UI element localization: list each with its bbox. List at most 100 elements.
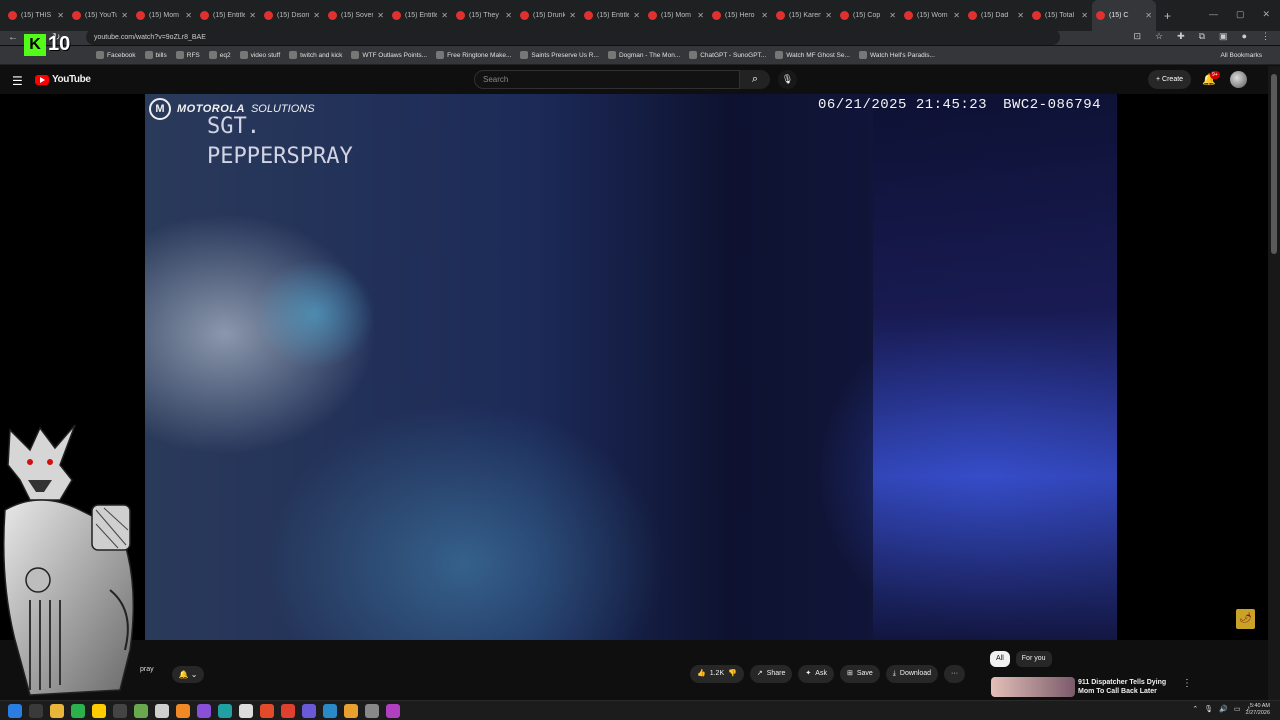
search-button[interactable]: ⌕ xyxy=(740,70,770,89)
discord-icon[interactable] xyxy=(302,704,316,718)
volume-icon[interactable]: 🔊 xyxy=(1219,705,1228,713)
bookmark-item[interactable]: ChatGPT - SunoGPT... xyxy=(689,51,766,59)
browser-tab[interactable]: (15) Hero ✕ xyxy=(708,0,772,31)
youtube-logo[interactable]: YouTube xyxy=(35,74,91,85)
close-tab-icon[interactable]: ✕ xyxy=(889,11,896,20)
maximize-icon[interactable]: ▢ xyxy=(1236,9,1245,20)
voice-search-button[interactable]: 🎙 xyxy=(778,70,797,89)
bookmark-item[interactable]: Free Ringtone Make... xyxy=(436,51,511,59)
bookmark-item[interactable]: Dogman - The Mon... xyxy=(607,51,680,59)
close-tab-icon[interactable]: ✕ xyxy=(1017,11,1024,20)
close-tab-icon[interactable]: ✕ xyxy=(633,11,640,20)
gear-icon[interactable] xyxy=(365,704,379,718)
steam-icon[interactable] xyxy=(155,704,169,718)
close-icon[interactable]: ✕ xyxy=(1262,9,1270,20)
extension-icon[interactable]: ✚ xyxy=(1177,31,1185,42)
more-actions-button[interactable]: ··· xyxy=(944,665,966,683)
app-icon[interactable] xyxy=(134,704,148,718)
bookmark-item[interactable]: eq2 xyxy=(208,51,231,59)
firefox-icon[interactable] xyxy=(260,704,274,718)
bookmark-item[interactable]: WTF Outlaws Points... xyxy=(351,51,427,59)
browser-tab[interactable]: (15) Dad ✕ xyxy=(964,0,1028,31)
browser-tab[interactable]: (15) Entitle ✕ xyxy=(388,0,452,31)
browser-tab[interactable]: (15) Cop ✕ xyxy=(836,0,900,31)
bookmark-item[interactable]: Watch MF Ghost Se... xyxy=(775,51,850,59)
bookmark-item[interactable]: Watch Hell's Paradis... xyxy=(858,51,935,59)
search-icon[interactable] xyxy=(29,704,43,718)
file-explorer-icon[interactable] xyxy=(50,704,64,718)
app-icon[interactable] xyxy=(344,704,358,718)
browser-tab[interactable]: (15) YouTu ✕ xyxy=(68,0,132,31)
ask-button[interactable]: ✦ Ask xyxy=(798,665,834,683)
browser-tab[interactable]: (15) Entitle ✕ xyxy=(196,0,260,31)
video-frame[interactable]: M MOTOROLA SOLUTIONS SGT. PEPPERSPRAY 06… xyxy=(145,94,1117,640)
app-icon[interactable] xyxy=(218,704,232,718)
minimize-icon[interactable]: — xyxy=(1209,9,1218,20)
download-button[interactable]: ⤓ Download xyxy=(885,665,939,683)
close-tab-icon[interactable]: ✕ xyxy=(1145,11,1152,20)
bookmark-item[interactable]: RFS xyxy=(175,51,200,59)
taskbar-clock[interactable]: 5:40 AM 2/27/2026 xyxy=(1246,703,1270,717)
account-avatar[interactable] xyxy=(1230,71,1247,88)
like-button[interactable]: 👍 1.2K 👎 xyxy=(690,665,744,683)
install-icon[interactable]: ⊡ xyxy=(1133,31,1141,42)
recommendation-title[interactable]: 911 Dispatcher Tells Dying Mom To Call B… xyxy=(1078,678,1178,696)
close-tab-icon[interactable]: ✕ xyxy=(121,11,128,20)
browser-tab[interactable]: (15) C ✕ xyxy=(1092,0,1156,31)
browser-tab[interactable]: (15) Disori ✕ xyxy=(260,0,324,31)
settings-icon[interactable] xyxy=(113,704,127,718)
back-icon[interactable]: ← xyxy=(8,32,18,43)
browser-tab[interactable]: (15) Sovere ✕ xyxy=(324,0,388,31)
browser-tab[interactable]: (15) Mom ✕ xyxy=(132,0,196,31)
folder-icon[interactable] xyxy=(92,704,106,718)
close-tab-icon[interactable]: ✕ xyxy=(505,11,512,20)
share-button[interactable]: ↗ Share xyxy=(749,665,793,683)
menu-icon[interactable]: ⋮ xyxy=(1261,31,1270,42)
app-icon[interactable] xyxy=(239,704,253,718)
thumbs-down-icon[interactable]: 👎 xyxy=(728,665,737,683)
windows-start-icon[interactable] xyxy=(8,704,22,718)
chevron-up-icon[interactable]: ⌃ xyxy=(1192,705,1198,713)
close-tab-icon[interactable]: ✕ xyxy=(569,11,576,20)
close-tab-icon[interactable]: ✕ xyxy=(249,11,256,20)
bookmark-item[interactable]: video stuff xyxy=(239,51,280,59)
sidepanel-icon[interactable]: ▣ xyxy=(1219,31,1228,42)
profile-icon[interactable]: ● xyxy=(1242,31,1247,42)
close-tab-icon[interactable]: ✕ xyxy=(761,11,768,20)
chrome-icon[interactable] xyxy=(281,704,295,718)
bookmark-item[interactable]: bills xyxy=(144,51,167,59)
hamburger-icon[interactable]: ☰ xyxy=(12,74,23,88)
create-button[interactable]: + Create xyxy=(1148,70,1192,89)
browser-tab[interactable]: (15) THIS I ✕ xyxy=(4,0,68,31)
all-bookmarks[interactable]: All Bookmarks xyxy=(1220,52,1262,59)
filter-chip[interactable]: For you xyxy=(1015,651,1052,667)
recommendation-menu-icon[interactable]: ⋮ xyxy=(1182,678,1192,689)
vlc-icon[interactable] xyxy=(176,704,190,718)
new-tab-button[interactable]: + xyxy=(1164,9,1171,23)
scrollbar-thumb[interactable] xyxy=(1271,74,1277,254)
page-scrollbar[interactable] xyxy=(1268,66,1280,700)
close-tab-icon[interactable]: ✕ xyxy=(825,11,832,20)
filter-chip[interactable]: All xyxy=(990,651,1010,667)
mic-icon[interactable]: 🎙 xyxy=(1204,705,1213,713)
channel-watermark-icon[interactable]: 🌶 xyxy=(1236,609,1255,629)
app-icon[interactable] xyxy=(386,704,400,718)
puzzle-icon[interactable]: ⧉ xyxy=(1199,31,1205,42)
bookmark-item[interactable]: Saints Preserve Us R... xyxy=(520,51,599,59)
browser-tab[interactable]: (15) Mom ✕ xyxy=(644,0,708,31)
close-tab-icon[interactable]: ✕ xyxy=(441,11,448,20)
monitor-icon[interactable]: ▭ xyxy=(1234,705,1241,713)
close-tab-icon[interactable]: ✕ xyxy=(377,11,384,20)
close-tab-icon[interactable]: ✕ xyxy=(697,11,704,20)
notifications-button[interactable]: 🔔 9+ xyxy=(1202,71,1220,86)
app-icon[interactable] xyxy=(71,704,85,718)
url-input[interactable]: youtube.com/watch?v=9oZLr8_BAE xyxy=(86,29,1060,45)
subscribe-bell-button[interactable]: 🔔 ⌄ xyxy=(172,666,204,683)
recommendation-thumbnail[interactable] xyxy=(991,677,1075,697)
browser-tab[interactable]: (15) Entitle ✕ xyxy=(580,0,644,31)
close-tab-icon[interactable]: ✕ xyxy=(1081,11,1088,20)
close-tab-icon[interactable]: ✕ xyxy=(313,11,320,20)
browser-tab[interactable]: (15) Drunk ✕ xyxy=(516,0,580,31)
save-button[interactable]: ⊞ Save xyxy=(839,665,880,683)
search-input[interactable]: Search xyxy=(474,70,740,89)
